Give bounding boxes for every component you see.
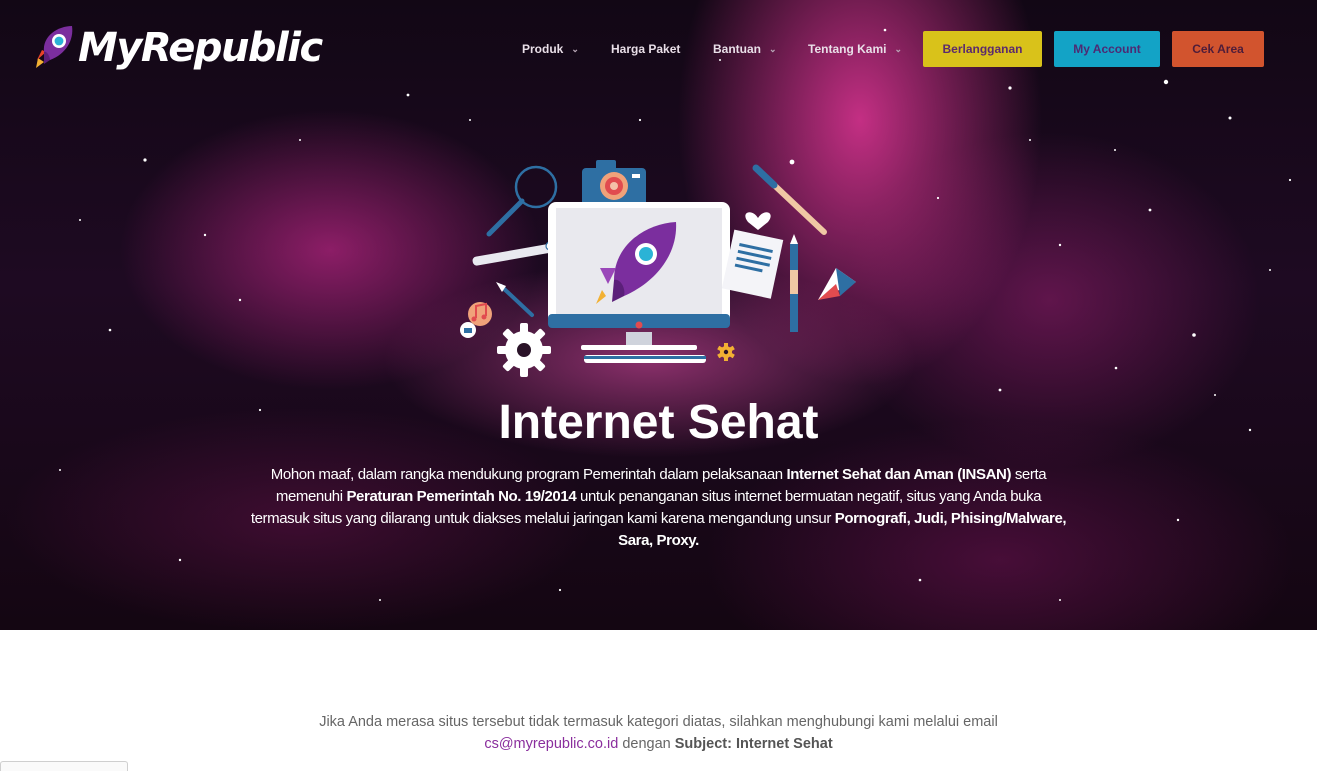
nav-item-harga-paket[interactable]: Harga Paket <box>611 40 680 58</box>
brand-name: MyRepublic <box>78 25 323 71</box>
nav-label: Tentang Kami <box>808 42 887 56</box>
nav-item-tentang-kami[interactable]: Tentang Kami ⌄ <box>808 40 902 59</box>
camera-icon <box>582 160 646 206</box>
pen-nib-icon <box>496 282 534 317</box>
nav-label: Produk <box>522 42 564 56</box>
contact-line-email: cs@myrepublic.co.id dengan Subject: Inte… <box>0 733 1317 755</box>
document-icon <box>721 229 784 299</box>
block-notice-text: Mohon maaf, dalam rangka mendukung progr… <box>250 464 1067 552</box>
desc-bold-insan: Internet Sehat dan Aman (INSAN) <box>786 466 1012 483</box>
heart-icon <box>745 212 771 230</box>
gear-icon <box>497 323 551 377</box>
nav-label: Harga Paket <box>611 42 681 56</box>
blocked-site-illustration <box>460 160 856 377</box>
bottom-widget-tab[interactable] <box>0 761 128 771</box>
thumbs-up-icon <box>460 322 476 338</box>
connector-text: dengan <box>618 736 675 752</box>
paper-plane-icon <box>818 268 856 300</box>
chevron-down-icon: ⌄ <box>769 44 777 54</box>
my-account-button[interactable]: My Account <box>1054 31 1160 67</box>
desc-bold-regulation: Peraturan Pemerintah No. 19/2014 <box>346 488 577 505</box>
nav-label: Bantuan <box>713 42 761 56</box>
pencil-icon <box>790 234 798 332</box>
gear-icon <box>717 343 735 361</box>
email-subject: Subject: Internet Sehat <box>674 736 833 752</box>
desc-text: Mohon maaf, dalam rangka mendukung progr… <box>270 466 787 483</box>
hero-section: MyRepublic Produk ⌄ Harga Paket Bantuan ⌄ … <box>0 0 1317 630</box>
magnifier-icon <box>486 165 558 237</box>
page-title: Internet Sehat <box>498 396 819 449</box>
nav-item-bantuan[interactable]: Bantuan ⌄ <box>713 40 777 59</box>
contact-info: Jika Anda merasa situs tersebut tidak te… <box>0 711 1317 755</box>
music-note-icon <box>468 302 492 326</box>
contact-line: Jika Anda merasa situs tersebut tidak te… <box>319 714 998 730</box>
email-link[interactable]: cs@myrepublic.co.id <box>484 736 618 752</box>
chevron-down-icon: ⌄ <box>894 44 902 54</box>
nav-item-produk[interactable]: Produk ⌄ <box>522 40 579 59</box>
myrepublic-logo[interactable]: MyRepublic <box>32 22 323 78</box>
check-area-button[interactable]: Cek Area <box>1172 31 1264 67</box>
subscribe-button[interactable]: Berlangganan <box>923 31 1042 67</box>
chevron-down-icon: ⌄ <box>571 44 579 54</box>
